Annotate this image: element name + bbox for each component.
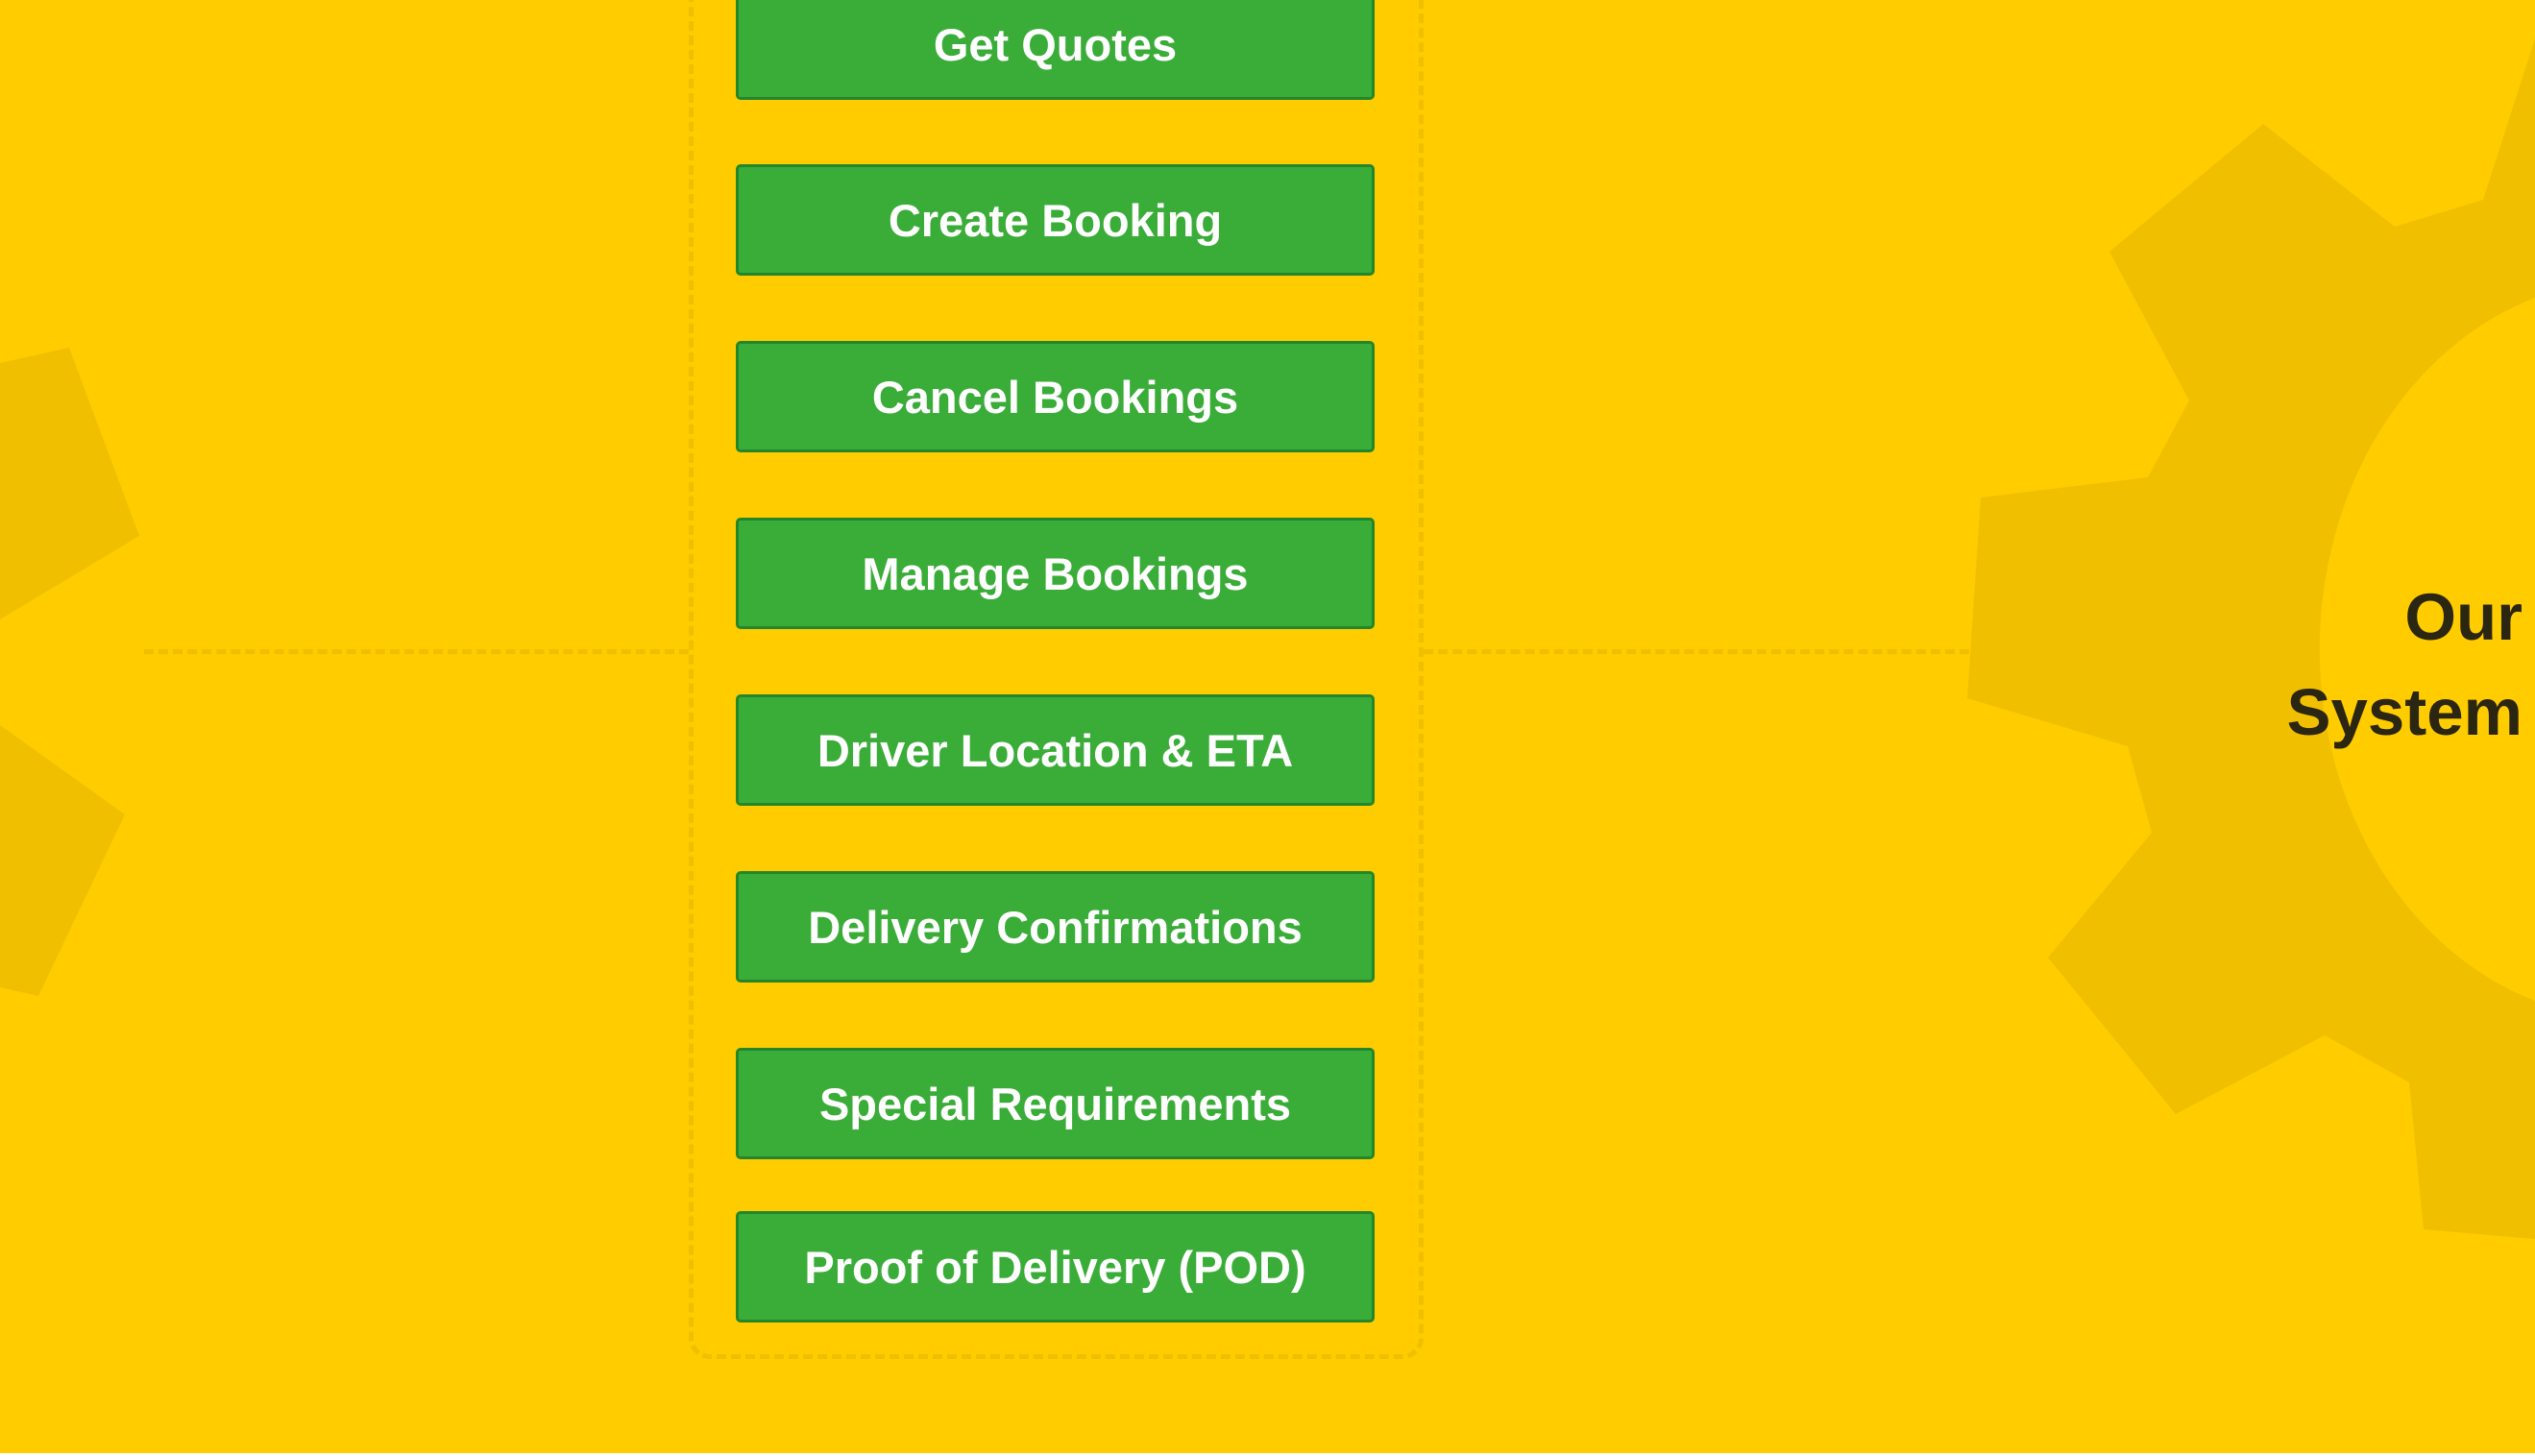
proof-of-delivery-button[interactable]: Proof of Delivery (POD)	[736, 1211, 1375, 1323]
create-booking-button[interactable]: Create Booking	[736, 164, 1375, 276]
manage-bookings-button[interactable]: Manage Bookings	[736, 518, 1375, 629]
left-connector-line	[144, 649, 689, 654]
delivery-confirmations-button[interactable]: Delivery Confirmations	[736, 871, 1375, 983]
right-connector-line	[1424, 649, 1969, 654]
diagram-canvas: Get Quotes Create Booking Cancel Booking…	[0, 0, 2535, 1453]
system-label-line1: Our	[2404, 580, 2523, 654]
cancel-bookings-button[interactable]: Cancel Bookings	[736, 341, 1375, 452]
special-requirements-button[interactable]: Special Requirements	[736, 1048, 1375, 1159]
system-label: Our System	[2287, 570, 2523, 760]
system-label-line2: System	[2286, 675, 2523, 749]
get-quotes-button[interactable]: Get Quotes	[736, 0, 1375, 100]
driver-location-eta-button[interactable]: Driver Location & ETA	[736, 694, 1375, 806]
